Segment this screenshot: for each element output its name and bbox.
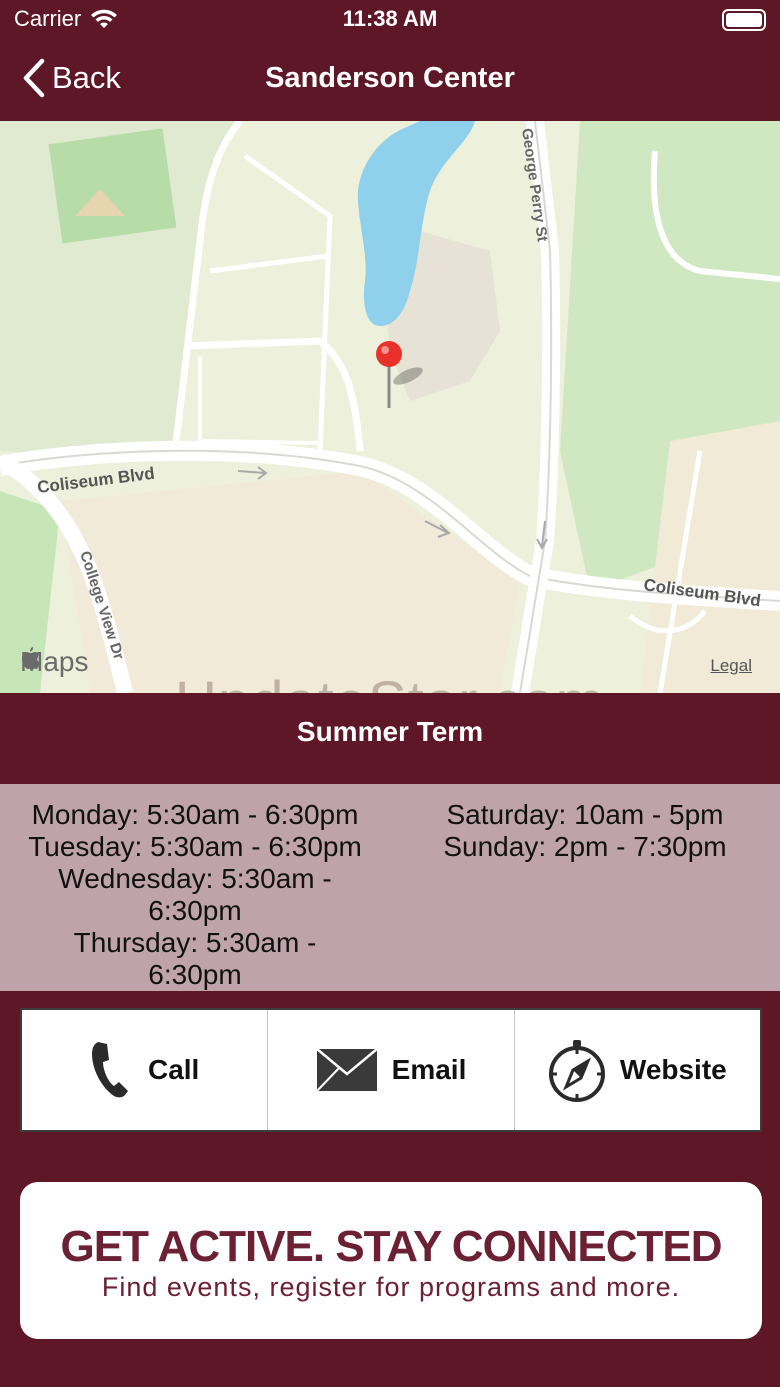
navigation-bar: Back Sanderson Center [0, 40, 780, 121]
status-bar: Carrier 11:38 AM [0, 0, 780, 40]
email-label: Email [391, 1054, 467, 1085]
apple-logo-icon [22, 647, 40, 669]
phone-icon [91, 1042, 128, 1098]
back-label: Back [52, 60, 121, 95]
chevron-left-icon [23, 58, 45, 98]
battery-icon [722, 9, 766, 31]
hours-line: Monday: 5:30am - 6:30pm [31, 799, 359, 830]
back-button[interactable]: Back [22, 58, 121, 98]
hours-weekday-column: Monday: 5:30am - 6:30pm Tuesday: 5:30am … [0, 784, 390, 991]
contact-actions: Call Email Website [20, 1008, 762, 1132]
hours-panel: Monday: 5:30am - 6:30pm Tuesday: 5:30am … [0, 784, 780, 991]
hours-line: Thursday: 5:30am - [73, 927, 317, 958]
call-label: Call [147, 1054, 200, 1085]
hours-line: Tuesday: 5:30am - 6:30pm [28, 831, 362, 862]
website-label: Website [619, 1054, 727, 1085]
website-button[interactable]: Website [513, 1010, 760, 1130]
status-time: 11:38 AM [342, 6, 438, 31]
hours-line: Sunday: 2pm - 7:30pm [443, 831, 727, 862]
hours-weekend-column: Saturday: 10am - 5pm Sunday: 2pm - 7:30p… [390, 784, 780, 991]
envelope-icon [315, 1048, 378, 1092]
map-canvas: Coliseum Blvd Coliseum Blvd George Perry… [0, 121, 780, 693]
compass-icon [548, 1040, 605, 1102]
email-button[interactable]: Email [267, 1010, 513, 1130]
hours-line: Saturday: 10am - 5pm [446, 799, 724, 830]
call-button[interactable]: Call [22, 1010, 267, 1130]
promo-banner[interactable]: GET ACTIVE. STAY CONNECTED Find events, … [20, 1182, 762, 1339]
term-title: Summer Term [296, 715, 484, 747]
watermark: UpdateStar.com [0, 669, 780, 693]
banner-headline: GET ACTIVE. STAY CONNECTED [60, 1222, 723, 1271]
banner-subtitle: Find events, register for programs and m… [101, 1272, 681, 1302]
hours-line: 6:30pm [148, 959, 242, 990]
hours-line: Wednesday: 5:30am - [58, 863, 332, 894]
hours-line: 6:30pm [148, 895, 242, 926]
map-view[interactable]: Coliseum Blvd Coliseum Blvd George Perry… [0, 121, 780, 693]
